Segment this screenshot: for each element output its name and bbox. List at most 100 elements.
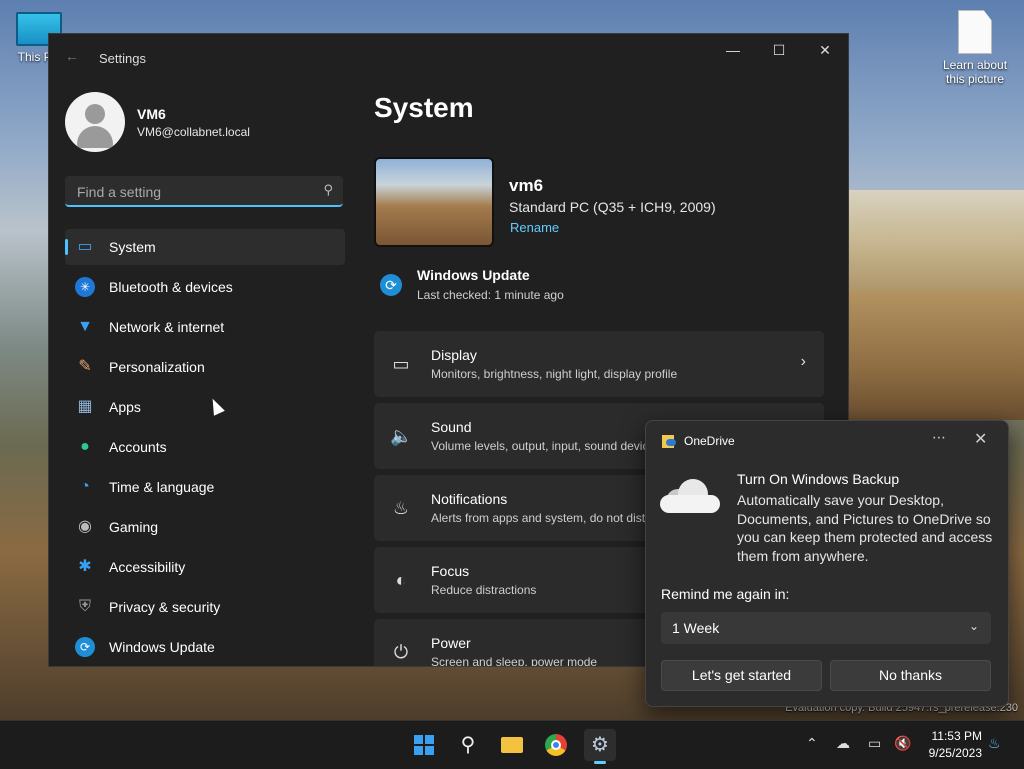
more-options-icon[interactable]: ⋯ xyxy=(932,429,946,446)
card-title: Display xyxy=(431,347,477,363)
display-icon: ▭ xyxy=(392,354,410,374)
power-icon: ⏻ xyxy=(393,642,409,662)
sidebar-item-windows-update[interactable]: ⟳ Windows Update xyxy=(65,629,345,665)
onedrive-tray-icon[interactable]: ☁ xyxy=(836,735,850,752)
notification-heading: Turn On Windows Backup xyxy=(737,471,900,487)
sidebar-item-system[interactable]: ▭ System xyxy=(65,229,345,265)
lets-get-started-button[interactable]: Let's get started xyxy=(661,660,822,691)
wifi-icon: ▼ xyxy=(77,318,93,335)
brush-icon: ✎ xyxy=(78,358,92,375)
chevron-down-icon: ⌄ xyxy=(968,619,979,633)
sidebar-item-label: Gaming xyxy=(109,519,159,535)
sidebar-item-label: Accessibility xyxy=(109,559,186,575)
chevron-right-icon: › xyxy=(800,353,806,370)
maximize-button[interactable]: ☐ xyxy=(756,34,802,66)
close-button[interactable]: ✕ xyxy=(802,34,848,66)
file-icon xyxy=(958,10,992,54)
remind-label: Remind me again in: xyxy=(661,586,790,602)
page-title: System xyxy=(374,92,474,123)
focus-icon: ◐ xyxy=(395,570,407,590)
nav-list: ▭ System ✳ Bluetooth & devices ▼ Network… xyxy=(65,229,345,666)
clock-time[interactable]: 11:53 PM xyxy=(924,729,982,743)
card-subtitle: Volume levels, output, input, sound devi… xyxy=(431,439,662,453)
card-subtitle: Monitors, brightness, night light, displ… xyxy=(431,367,678,381)
chevron-up-icon[interactable]: ⌃ xyxy=(806,735,818,752)
card-title: Power xyxy=(431,635,471,651)
windows-update-link[interactable]: Windows Update xyxy=(417,267,530,283)
sidebar-item-label: Windows Update xyxy=(109,639,215,655)
monitor-icon: ▭ xyxy=(77,238,93,255)
sidebar-item-gaming[interactable]: ◉ Gaming xyxy=(65,509,345,545)
remind-dropdown[interactable]: 1 Week ⌄ xyxy=(661,612,991,644)
search-icon[interactable]: ⚲ xyxy=(323,182,333,198)
globe-clock-icon: ◔ xyxy=(80,478,90,495)
device-model: Standard PC (Q35 + ICH9, 2009) xyxy=(509,199,716,215)
start-icon xyxy=(414,735,434,755)
remind-dropdown-value: 1 Week xyxy=(672,620,720,636)
sidebar-item-label: Accounts xyxy=(109,439,167,455)
title-bar: ← Settings — ☐ ✕ xyxy=(49,34,848,82)
rename-link[interactable]: Rename xyxy=(510,220,559,235)
user-email: VM6@collabnet.local xyxy=(137,125,250,139)
clock-date[interactable]: 9/25/2023 xyxy=(924,746,982,760)
close-icon[interactable]: ✕ xyxy=(974,429,987,449)
settings-card-display[interactable]: ▭ Display Monitors, brightness, night li… xyxy=(374,331,824,397)
card-title: Notifications xyxy=(431,491,508,507)
desktop-icon-label: Learn about this picture xyxy=(942,58,1008,86)
sidebar-item-label: Bluetooth & devices xyxy=(109,279,233,295)
start-button[interactable] xyxy=(408,729,440,761)
apps-icon: ▦ xyxy=(77,398,93,415)
minimize-button[interactable]: — xyxy=(710,34,756,66)
bell-icon: ♨ xyxy=(392,498,410,518)
sync-icon: ⟳ xyxy=(75,637,95,657)
avatar[interactable] xyxy=(65,92,125,152)
file-explorer-icon[interactable] xyxy=(496,729,528,761)
sidebar-item-label: Personalization xyxy=(109,359,205,375)
taskbar: ⚲ ⚙ ⌃ ☁ ▭ 🔇 11:53 PM 9/25/2023 ♨ xyxy=(0,720,1024,769)
settings-icon[interactable]: ⚙ xyxy=(584,729,616,764)
onedrive-icon xyxy=(662,435,676,448)
sync-icon: ⟳ xyxy=(380,274,402,296)
gamepad-icon: ◉ xyxy=(78,518,92,535)
onedrive-notification: OneDrive ⋯ ✕ Turn On Windows Backup Auto… xyxy=(645,420,1009,707)
avatar-body xyxy=(77,126,113,148)
sidebar-item-privacy[interactable]: ⛨ Privacy & security xyxy=(65,589,345,625)
sidebar-item-apps[interactable]: ▦ Apps xyxy=(65,389,345,425)
no-thanks-button[interactable]: No thanks xyxy=(830,660,991,691)
card-title: Focus xyxy=(431,563,470,579)
sidebar: VM6 VM6@collabnet.local ⚲ ▭ System ✳ Blu… xyxy=(49,82,361,666)
speaker-icon: 🔈 xyxy=(390,426,413,446)
sidebar-item-time-language[interactable]: ◔ Time & language xyxy=(65,469,345,505)
volume-muted-icon[interactable]: 🔇 xyxy=(894,735,911,752)
sidebar-item-network[interactable]: ▼ Network & internet xyxy=(65,309,345,345)
sidebar-item-personalization[interactable]: ✎ Personalization xyxy=(65,349,345,385)
card-subtitle: Reduce distractions xyxy=(431,583,537,597)
wallpaper-bridge xyxy=(848,290,1024,420)
desktop-icon-learn-picture[interactable]: Learn about this picture xyxy=(938,10,1012,86)
sidebar-item-label: Privacy & security xyxy=(109,599,221,615)
sidebar-item-bluetooth[interactable]: ✳ Bluetooth & devices xyxy=(65,269,345,305)
device-wallpaper-thumbnail xyxy=(374,157,494,247)
card-subtitle: Alerts from apps and system, do not dist… xyxy=(431,511,663,525)
notification-bell-icon[interactable]: ♨ xyxy=(988,735,1001,752)
avatar-head xyxy=(85,104,105,124)
back-arrow-icon[interactable]: ← xyxy=(65,48,81,64)
search-box: ⚲ xyxy=(65,176,343,207)
cloud-icon xyxy=(660,477,722,515)
notification-app-name: OneDrive xyxy=(684,434,735,448)
update-status: Last checked: 1 minute ago xyxy=(417,288,564,302)
person-icon: ● xyxy=(80,438,90,455)
card-subtitle: Screen and sleep, power mode xyxy=(431,655,598,667)
accessibility-icon: ✱ xyxy=(78,558,92,575)
search-icon[interactable]: ⚲ xyxy=(452,729,484,761)
sidebar-item-label: Network & internet xyxy=(109,319,225,335)
network-icon[interactable]: ▭ xyxy=(868,735,881,752)
bluetooth-icon: ✳ xyxy=(75,277,95,297)
sidebar-item-accounts[interactable]: ● Accounts xyxy=(65,429,345,465)
chrome-icon[interactable] xyxy=(540,729,572,761)
sidebar-item-label: System xyxy=(109,239,156,255)
search-input[interactable] xyxy=(75,182,309,202)
shield-icon: ⛨ xyxy=(78,598,91,615)
notification-body: Automatically save your Desktop, Documen… xyxy=(737,492,993,564)
sidebar-item-accessibility[interactable]: ✱ Accessibility xyxy=(65,549,345,585)
